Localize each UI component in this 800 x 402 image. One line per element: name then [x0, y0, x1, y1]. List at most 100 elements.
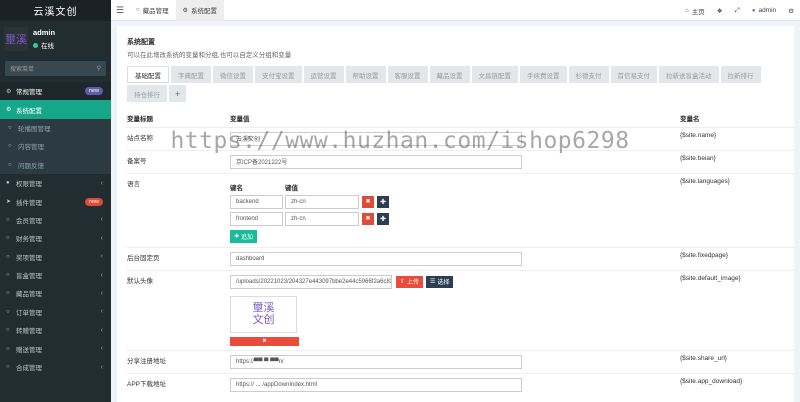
language-key-input[interactable]: backend — [230, 194, 283, 209]
row-title: 语言 — [127, 172, 230, 247]
table-row: 站点名称 云溪文创 {$site.name} — [127, 126, 794, 150]
sidebar-item-10[interactable]: ○ 盲盒管理 ‹ — [0, 266, 111, 284]
sidebar-item-label: 轮播图管理 — [18, 125, 51, 133]
tab-system-config[interactable]: ⚙ 系统配置 — [175, 0, 225, 21]
sidebar-item-6[interactable]: ➤ 插件管理 new — [0, 192, 111, 210]
sidebar-item-label: 权限管理 — [16, 181, 42, 189]
avatar-path-input[interactable]: /uploads/20221023/204327e443097bbe2e44c5… — [230, 274, 392, 289]
sidebar-item-0[interactable]: ⚙ 常规管理 new — [0, 82, 111, 101]
sidebar-item-label: 常规管理 — [16, 89, 42, 97]
menu-toggle-icon[interactable]: ☰ — [111, 5, 129, 16]
settings-button[interactable]: ⚙ — [782, 7, 800, 15]
row-title: APP下载地址 — [127, 372, 230, 396]
circle-icon: ○ — [136, 7, 140, 13]
new-badge: new — [84, 197, 103, 206]
sidebar-item-4[interactable]: ○ 问题反馈 — [0, 155, 111, 174]
row-title: 后台固定页 — [127, 246, 230, 270]
search-input[interactable]: 搜索菜单 — [10, 64, 34, 73]
move-icon: ✚ — [380, 198, 386, 206]
status-text: 在线 — [41, 43, 54, 50]
sidebar-item-label: 奖项管理 — [16, 254, 42, 262]
chevron-left-icon: ‹ — [100, 253, 103, 261]
row-var-name: {$site.beian} — [680, 149, 794, 173]
remove-button[interactable]: ✖ — [362, 212, 374, 225]
add-tab-button[interactable]: + — [169, 85, 187, 102]
sidebar-item-14[interactable]: ○ 赠送管理 ‹ — [0, 339, 111, 357]
config-tab-1[interactable]: 字典配置 — [171, 66, 211, 83]
config-tab-6[interactable]: 客服设置 — [387, 66, 428, 83]
config-tab-2[interactable]: 微信设置 — [213, 66, 253, 83]
cogs-icon: ⚙ — [6, 88, 12, 95]
upload-button[interactable]: ⇧ 上传 — [396, 275, 424, 288]
config-tab-8[interactable]: 文昌链配置 — [471, 66, 518, 83]
sidebar-item-13[interactable]: ○ 转赠管理 ‹ — [0, 321, 111, 339]
sidebar-item-15[interactable]: ○ 合成管理 ‹ — [0, 358, 111, 376]
config-tab-13[interactable]: 拉新排行 — [720, 66, 761, 83]
drag-handle[interactable]: ✚ — [377, 212, 389, 225]
table-row: APP下载地址 https:// ... /appDownIndex.html … — [127, 372, 794, 396]
row-title: 站点名称 — [127, 126, 230, 150]
admin-menu[interactable]: ● admin — [746, 7, 782, 14]
tab-collections[interactable]: ○ 藏品管理 — [129, 0, 176, 21]
config-tab-0[interactable]: 基础配置 — [127, 66, 169, 83]
col-name: 变量名 — [680, 109, 794, 128]
config-tab-9[interactable]: 手续费设置 — [520, 66, 567, 83]
language-value-input[interactable]: zh-cn — [285, 211, 359, 226]
config-tab-4[interactable]: 运营设置 — [303, 66, 344, 83]
sidebar-item-label: 系统配置 — [16, 107, 42, 115]
append-button[interactable]: ✚ 追加 — [230, 229, 258, 243]
search-icon[interactable]: ⚲ — [97, 65, 101, 72]
config-tab-12[interactable]: 拉新送盲盒活动 — [659, 66, 719, 83]
select-button[interactable]: ☰ 选择 — [426, 275, 454, 288]
drag-handle[interactable]: ✚ — [377, 195, 389, 208]
language-row: frontend zh-cn ✖ ✚ — [230, 211, 680, 226]
beian-input[interactable]: 京ICP备2021222号 — [230, 154, 522, 169]
app-download-input[interactable]: https:// ... /appDownIndex.html — [230, 377, 522, 392]
config-tab-14[interactable]: 持仓排行 — [127, 85, 167, 102]
sidebar-item-2[interactable]: ○ 轮播图管理 — [0, 118, 111, 138]
sidebar-item-label: 转赠管理 — [16, 328, 42, 336]
fixedpage-input[interactable]: dashboard — [230, 251, 522, 266]
circle-icon: ○ — [6, 345, 10, 352]
remove-button[interactable]: ✖ — [362, 195, 374, 208]
sidebar-item-3[interactable]: ○ 内容管理 — [0, 137, 111, 156]
sidebar-item-8[interactable]: ○ 财务管理 ‹ — [0, 229, 111, 247]
clear-cache-button[interactable]: ❖ — [711, 7, 729, 15]
delete-image-button[interactable]: ✖ — [230, 336, 299, 346]
language-headers: 键名 键值 — [230, 182, 680, 192]
home-link[interactable]: ⌂ 主页 — [679, 6, 711, 16]
row-var-name: {$site.default_image} — [680, 269, 794, 350]
table-row: 语言 键名 键值 backend zh-cn ✖ ✚ frontend zh-c — [127, 172, 794, 247]
site-name-input[interactable]: 云溪文创 — [230, 131, 522, 146]
language-key-input[interactable]: frontend — [230, 211, 283, 226]
sidebar-item-5[interactable]: ● 权限管理 ‹ — [0, 174, 111, 192]
chevron-left-icon: ‹ — [100, 345, 103, 353]
config-tab-7[interactable]: 藏品设置 — [429, 66, 470, 83]
avatar: 壐溪 — [4, 27, 28, 51]
sidebar-item-9[interactable]: ○ 奖项管理 ‹ — [0, 248, 111, 266]
language-row: backend zh-cn ✖ ✚ — [230, 194, 680, 209]
sidebar-item-1[interactable]: ⚙ 系统配置 — [0, 100, 111, 119]
sidebar-item-12[interactable]: ○ 订单管理 ‹ — [0, 303, 111, 321]
row-var-name: {$site.fixedpage} — [680, 246, 794, 270]
config-tab-5[interactable]: 帮助设置 — [345, 66, 386, 83]
fullscreen-button[interactable]: ⤢ — [729, 7, 746, 15]
language-value-input[interactable]: zh-cn — [285, 194, 359, 209]
logo[interactable]: 云溪文创 — [0, 0, 111, 21]
plus-icon: ✚ — [234, 233, 240, 240]
new-badge: new — [84, 87, 103, 96]
circle-icon: ○ — [6, 327, 10, 334]
sidebar-search[interactable]: 搜索菜单 ⚲ — [5, 61, 106, 76]
circle-icon: ○ — [8, 161, 12, 168]
home-icon: ⌂ — [685, 7, 689, 14]
close-icon: ✖ — [365, 199, 371, 205]
config-tab-10[interactable]: 杉德支付 — [568, 66, 609, 83]
page-subtitle: 可以在此增改系统的变量和分组,也可以自定义分组和变量 — [127, 52, 292, 59]
config-tab-11[interactable]: 首信易支付 — [610, 66, 657, 83]
sidebar-item-11[interactable]: ○ 藏品管理 ‹ — [0, 284, 111, 302]
share-url-input[interactable]: https://▀▀ ▀ ▀▀n/ — [230, 354, 522, 369]
sidebar-item-7[interactable]: ○ 会员管理 ‹ — [0, 211, 111, 229]
config-tab-3[interactable]: 支付宝设置 — [255, 66, 302, 83]
circle-icon: ○ — [6, 235, 10, 242]
upload-icon: ⇧ — [400, 279, 406, 285]
